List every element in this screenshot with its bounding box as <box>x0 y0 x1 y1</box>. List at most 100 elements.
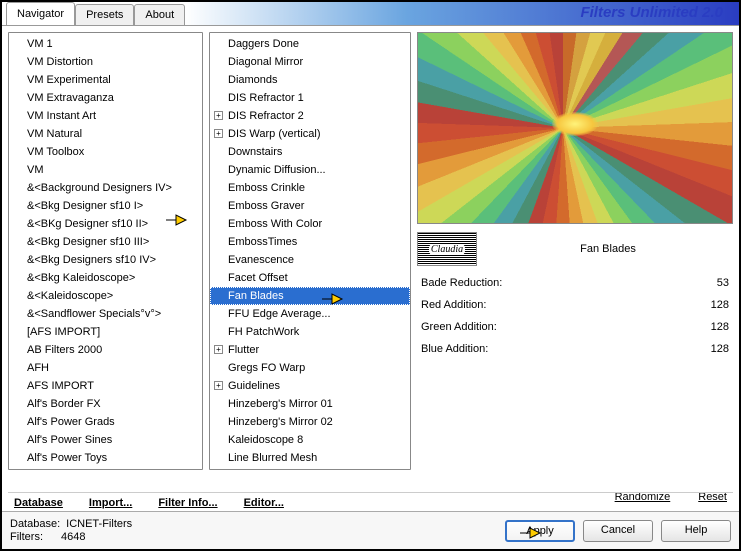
tab-navigator[interactable]: Navigator <box>6 2 75 25</box>
param-row[interactable]: Green Addition:128 <box>417 320 733 342</box>
filter-item[interactable]: DIS Refractor 1 <box>210 89 410 107</box>
filter-item[interactable]: Line Panel Stripes <box>210 467 410 469</box>
filter-item-label: Hinzeberg's Mirror 02 <box>228 416 333 428</box>
filter-item-label: Diamonds <box>228 74 278 86</box>
filter-item-label: Dynamic Diffusion... <box>228 164 326 176</box>
category-item[interactable]: Alf's Power Toys <box>9 449 202 467</box>
filter-item[interactable]: Emboss Crinkle <box>210 179 410 197</box>
filter-item[interactable]: Diamonds <box>210 71 410 89</box>
category-item[interactable]: VM 1 <box>9 35 202 53</box>
category-item-label: &<Background Designers IV> <box>27 182 172 194</box>
app-title: Filters Unlimited 2.0 <box>185 2 739 25</box>
filter-item[interactable]: Facet Offset <box>210 269 410 287</box>
filter-name: Fan Blades <box>483 243 733 255</box>
category-item[interactable]: &<Bkg Kaleidoscope> <box>9 269 202 287</box>
category-item[interactable]: VM Natural <box>9 125 202 143</box>
category-item[interactable]: VM Extravaganza <box>9 89 202 107</box>
preview-panel <box>417 32 733 224</box>
category-item[interactable]: &<Bkg Designer sf10 III> <box>9 233 202 251</box>
category-column: VM 1 VM Distortion VM Experimental VM Extra… <box>8 32 203 470</box>
param-label: Green Addition: <box>421 321 497 333</box>
parameter-list: Bade Reduction:53Red Addition:128Green A… <box>417 270 733 483</box>
filter-item[interactable]: Dynamic Diffusion... <box>210 161 410 179</box>
expand-icon[interactable] <box>214 381 223 390</box>
category-item-label: AFS IMPORT <box>27 380 94 392</box>
window-header: NavigatorPresetsAbout Filters Unlimited … <box>2 2 739 26</box>
filter-item[interactable]: Downstairs <box>210 143 410 161</box>
category-item-label: [AFS IMPORT] <box>27 326 100 338</box>
category-item[interactable]: AFH <box>9 359 202 377</box>
filter-item[interactable]: Hinzeberg's Mirror 02 <box>210 413 410 431</box>
filter-item-label: DIS Refractor 1 <box>228 92 304 104</box>
filter-item[interactable]: EmbossTimes <box>210 233 410 251</box>
category-item[interactable]: &<Kaleidoscope> <box>9 287 202 305</box>
filter-item[interactable]: Kaleidoscope 8 <box>210 431 410 449</box>
category-item-label: VM Experimental <box>27 74 111 86</box>
filter-item[interactable]: DIS Warp (vertical) <box>210 125 410 143</box>
category-item-label: &<BKg Designer sf10 II> <box>27 218 148 230</box>
filter-item[interactable]: Emboss Graver <box>210 197 410 215</box>
filter-item-label: Emboss Graver <box>228 200 304 212</box>
help-button[interactable]: Help <box>661 520 731 542</box>
category-item-label: &<Sandflower Specials°v°> <box>27 308 161 320</box>
filter-item[interactable]: DIS Refractor 2 <box>210 107 410 125</box>
filters-label: Filters: <box>10 531 43 544</box>
category-item[interactable]: &<Background Designers IV> <box>9 179 202 197</box>
filter-item-label: DIS Warp (vertical) <box>228 128 321 140</box>
logo-text: Claudia <box>429 244 465 255</box>
category-item-label: VM Toolbox <box>27 146 84 158</box>
category-item[interactable]: &<Sandflower Specials°v°> <box>9 305 202 323</box>
filter-item-label: Line Blurred Mesh <box>228 452 317 464</box>
param-row[interactable]: Bade Reduction:53 <box>417 276 733 298</box>
category-item-label: &<Bkg Designer sf10 I> <box>27 200 143 212</box>
filter-item[interactable]: Emboss With Color <box>210 215 410 233</box>
expand-icon[interactable] <box>214 129 223 138</box>
filter-item[interactable]: Hinzeberg's Mirror 01 <box>210 395 410 413</box>
param-label: Red Addition: <box>421 299 486 311</box>
filter-item[interactable]: Line Blurred Mesh <box>210 449 410 467</box>
category-item[interactable]: Alf's Border FX <box>9 395 202 413</box>
import-link[interactable]: Import... <box>89 497 132 509</box>
category-item[interactable]: VM Toolbox <box>9 143 202 161</box>
filter-info-link[interactable]: Filter Info... <box>158 497 217 509</box>
expand-icon[interactable] <box>214 111 223 120</box>
category-item[interactable]: Alf's Power Sines <box>9 431 202 449</box>
category-item[interactable]: Alf's Power Grads <box>9 413 202 431</box>
category-item-label: Alf's Power Toys <box>27 452 107 464</box>
filter-item[interactable]: FH PatchWork <box>210 323 410 341</box>
cancel-button[interactable]: Cancel <box>583 520 653 542</box>
editor-link[interactable]: Editor... <box>244 497 284 509</box>
category-item-label: Alf's Power Sines <box>27 434 112 446</box>
category-item-label: AFH <box>27 362 49 374</box>
filter-item[interactable]: Fan Blades <box>210 287 410 305</box>
expand-icon[interactable] <box>214 345 223 354</box>
filter-item[interactable]: FFU Edge Average... <box>210 305 410 323</box>
filters-value: 4648 <box>61 531 85 544</box>
category-item-label: VM 1 <box>27 38 53 50</box>
category-item[interactable]: &<Bkg Designers sf10 IV> <box>9 251 202 269</box>
tab-bar: NavigatorPresetsAbout <box>2 2 185 25</box>
filter-item[interactable]: Diagonal Mirror <box>210 53 410 71</box>
database-link[interactable]: Database <box>14 497 63 509</box>
param-row[interactable]: Blue Addition:128 <box>417 342 733 364</box>
filter-item-label: Flutter <box>228 344 259 356</box>
filter-item[interactable]: Daggers Done <box>210 35 410 53</box>
filter-logo: Claudia <box>417 232 477 266</box>
category-item[interactable]: VM <box>9 161 202 179</box>
filter-item[interactable]: Gregs FO Warp <box>210 359 410 377</box>
filter-item[interactable]: Evanescence <box>210 251 410 269</box>
tab-about[interactable]: About <box>134 4 185 25</box>
annotation-pointer-category <box>164 211 188 229</box>
filter-item[interactable]: Guidelines <box>210 377 410 395</box>
category-item[interactable]: VM Instant Art <box>9 107 202 125</box>
category-item[interactable]: [AFS IMPORT] <box>9 323 202 341</box>
category-item[interactable]: AB Filters 2000 <box>9 341 202 359</box>
param-row[interactable]: Red Addition:128 <box>417 298 733 320</box>
category-item[interactable]: VM Experimental <box>9 71 202 89</box>
category-item[interactable]: AFS IMPORT <box>9 377 202 395</box>
filter-list[interactable]: Daggers DoneDiagonal Mirror Diamonds DIS R… <box>210 33 410 469</box>
category-list[interactable]: VM 1 VM Distortion VM Experimental VM Extra… <box>9 33 202 469</box>
filter-item[interactable]: Flutter <box>210 341 410 359</box>
tab-presets[interactable]: Presets <box>75 4 134 25</box>
category-item[interactable]: VM Distortion <box>9 53 202 71</box>
